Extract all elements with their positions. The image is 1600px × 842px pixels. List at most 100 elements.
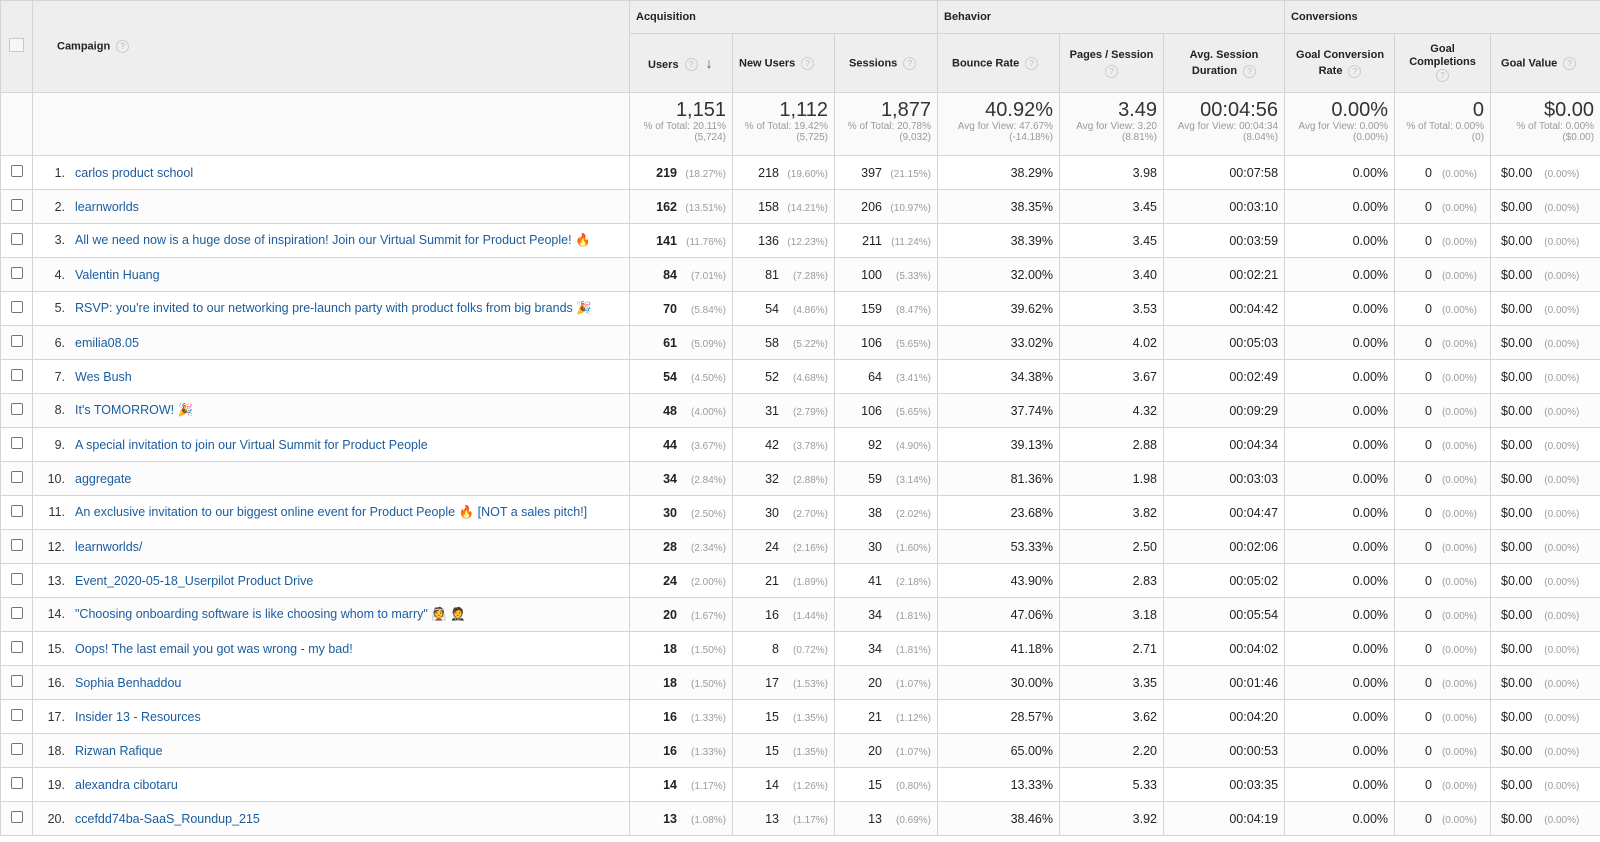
goal-value-percent: (0.00%): [1544, 270, 1580, 282]
sessions-cell: 20 (1.07%): [834, 665, 938, 700]
goal-completions-value: 0: [1425, 437, 1432, 452]
sessions-value: 159: [861, 301, 882, 316]
users-value: 219: [656, 165, 677, 180]
campaign-link[interactable]: Wes Bush: [75, 370, 132, 384]
goal-completions-percent: (0.00%): [1441, 440, 1477, 452]
help-icon[interactable]: ?: [1025, 56, 1039, 70]
goal-completions-cell: 0 (0.00%): [1394, 155, 1492, 190]
help-icon[interactable]: ?: [1243, 64, 1257, 78]
campaign-link[interactable]: emilia08.05: [75, 336, 139, 350]
help-icon[interactable]: ?: [1436, 69, 1450, 83]
goal-completions-value: 0: [1425, 675, 1432, 690]
row-checkbox-cell: [0, 767, 33, 802]
new-users-value: 30: [765, 505, 779, 520]
goal-completions-header[interactable]: Goal Completions?: [1394, 33, 1492, 93]
row-checkbox[interactable]: [10, 743, 23, 755]
help-icon[interactable]: ?: [801, 56, 815, 70]
new-users-header[interactable]: New Users?: [732, 33, 835, 93]
campaign-link[interactable]: aggregate: [75, 472, 131, 486]
row-number: 11.: [48, 505, 65, 519]
row-checkbox[interactable]: [10, 471, 23, 483]
row-checkbox[interactable]: [10, 301, 23, 313]
row-checkbox[interactable]: [10, 233, 23, 245]
campaign-link[interactable]: Rizwan Rafique: [75, 744, 163, 758]
help-icon[interactable]: ?: [1348, 64, 1362, 78]
campaign-link[interactable]: "Choosing onboarding software is like ch…: [75, 607, 466, 621]
campaign-header[interactable]: Campaign?: [32, 0, 630, 93]
row-checkbox[interactable]: [10, 165, 23, 177]
users-header[interactable]: Users? ↓: [629, 33, 733, 93]
help-icon[interactable]: ?: [903, 56, 917, 70]
sessions-cell: 106 (5.65%): [834, 393, 938, 428]
goal-value-cell: $0.00 (0.00%): [1490, 665, 1600, 700]
table-row: 10. aggregate 34 (2.84%) 32 (2.88%) 59 (3.14%) 8…: [0, 461, 1600, 496]
row-checkbox[interactable]: [10, 573, 23, 585]
campaign-link[interactable]: Insider 13 - Resources: [75, 710, 201, 724]
campaign-link[interactable]: Event_2020-05-18_Userpilot Product Drive: [75, 574, 313, 588]
row-checkbox[interactable]: [10, 709, 23, 721]
row-number: 14.: [47, 607, 65, 621]
avg-duration-header[interactable]: Avg. Session Duration?: [1162, 33, 1286, 93]
campaign-link[interactable]: Valentin Huang: [75, 268, 160, 282]
help-icon[interactable]: ?: [1104, 64, 1118, 78]
goal-value-header[interactable]: Goal Value?: [1490, 33, 1600, 93]
campaign-link[interactable]: learnworlds/: [75, 540, 142, 554]
row-checkbox[interactable]: [10, 437, 23, 449]
sort-descending-icon[interactable]: ↓: [706, 55, 713, 71]
row-checkbox[interactable]: [10, 777, 23, 789]
row-checkbox[interactable]: [10, 403, 23, 415]
help-icon[interactable]: ?: [116, 40, 130, 53]
campaign-link[interactable]: It's TOMORROW! 🎉: [75, 403, 193, 417]
new-users-percent: (1.53%): [792, 678, 828, 690]
goal-value-value: $0.00: [1501, 607, 1533, 622]
table-row: 5. RSVP: you're invited to our networking…: [0, 291, 1600, 326]
campaign-link[interactable]: alexandra cibotaru: [75, 778, 178, 792]
campaign-link[interactable]: learnworlds: [75, 200, 139, 214]
campaign-link[interactable]: Sophia Benhaddou: [75, 676, 181, 690]
goal-conversion-rate-header[interactable]: Goal Conversion Rate?: [1284, 33, 1396, 93]
campaign-cell: 15. Oops! The last email you got was wron…: [32, 631, 630, 666]
goal-completions-percent: (0.00%): [1441, 780, 1477, 792]
goal-value-cell: $0.00 (0.00%): [1490, 189, 1600, 224]
row-checkbox[interactable]: [10, 641, 23, 653]
campaign-link[interactable]: ccefdd74ba-SaaS_Roundup_215: [75, 812, 260, 826]
users-cell: 162 (13.51%): [629, 189, 733, 224]
new-users-percent: (0.72%): [792, 644, 828, 656]
new-users-percent: (1.26%): [792, 780, 828, 792]
campaign-link[interactable]: All we need now is a huge dose of inspir…: [75, 233, 591, 247]
row-checkbox[interactable]: [10, 811, 23, 823]
users-value: 84: [663, 267, 677, 282]
pages-session-cell: 3.92: [1059, 801, 1164, 836]
campaign-link[interactable]: Oops! The last email you got was wrong -…: [75, 642, 353, 656]
bounce-rate-header[interactable]: Bounce Rate?: [937, 33, 1060, 93]
select-all-checkbox[interactable]: [9, 38, 24, 52]
row-checkbox[interactable]: [10, 675, 23, 687]
campaign-link[interactable]: carlos product school: [75, 166, 193, 180]
row-checkbox[interactable]: [10, 335, 23, 347]
users-percent: (2.50%): [690, 508, 726, 520]
campaign-link[interactable]: RSVP: you're invited to our networking p…: [75, 301, 592, 315]
row-checkbox[interactable]: [10, 199, 23, 211]
pages-session-header[interactable]: Pages / Session?: [1059, 33, 1164, 93]
campaign-link[interactable]: A special invitation to join our Virtual…: [75, 438, 428, 452]
goal-conversion-rate-cell: 0.00%: [1284, 495, 1396, 530]
new-users-percent: (14.21%): [787, 202, 828, 214]
campaign-link[interactable]: An exclusive invitation to our biggest o…: [75, 505, 587, 519]
goal-conversion-rate-cell: 0.00%: [1284, 393, 1396, 428]
goal-value-cell: $0.00 (0.00%): [1490, 767, 1600, 802]
help-icon[interactable]: ?: [1563, 56, 1577, 70]
row-checkbox[interactable]: [10, 369, 23, 381]
row-checkbox[interactable]: [10, 607, 23, 619]
goal-value-value: $0.00: [1501, 539, 1533, 554]
sessions-header[interactable]: Sessions?: [834, 33, 938, 93]
goal-conversion-rate-cell: 0.00%: [1284, 359, 1396, 394]
avg-duration-cell: 00:02:06: [1162, 529, 1286, 564]
row-checkbox[interactable]: [10, 267, 23, 279]
new-users-value: 136: [758, 233, 779, 248]
help-icon[interactable]: ?: [684, 58, 698, 72]
row-checkbox[interactable]: [10, 539, 23, 551]
row-checkbox[interactable]: [10, 505, 23, 517]
goal-value-value: $0.00: [1501, 301, 1533, 316]
sessions-percent: (1.07%): [895, 678, 931, 690]
table-row: 19. alexandra cibotaru 14 (1.17%) 14 (1.26%) 1…: [0, 767, 1600, 802]
